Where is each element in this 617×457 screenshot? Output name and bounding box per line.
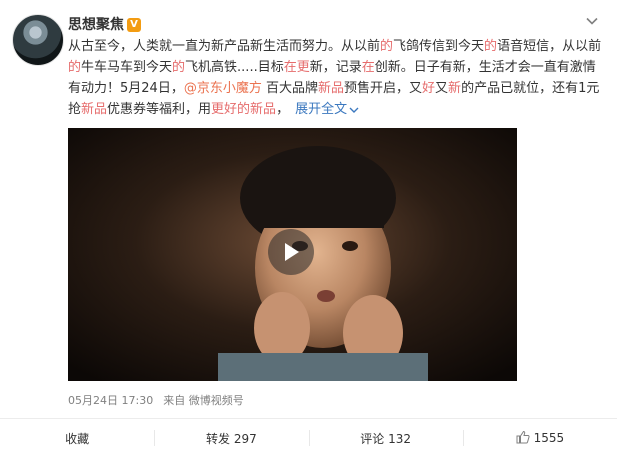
post-text-segment: 优惠券等福利，用 [107,102,212,117]
action-bar: 收藏 转发 297 评论 132 1555 [0,418,617,457]
highlight-text: 好 [422,81,436,96]
highlight-text: 在更 [283,60,310,75]
highlight-text: 的 [380,39,394,54]
highlight-text: 新品 [317,81,344,96]
post-text-segment: 语音短信，从以前 [497,39,602,54]
post-meta: 05月24日 17:30 来自 微博视频号 [68,392,244,408]
post-text-segment: 从古至今，人类就一直为新产品新生活而努力。从以前 [68,39,381,54]
chevron-down-icon[interactable] [585,14,599,28]
verified-badge-icon: V [127,18,141,32]
highlight-text: 的 [484,39,498,54]
highlight-text: 更好的新品 [211,102,277,117]
post-text-segment: 牛车马车到今天 [81,60,173,75]
post-text-segment: 百大品牌 [261,81,318,96]
like-count: 1555 [533,431,565,445]
comment-button[interactable]: 评论 132 [308,419,463,457]
post-text-segment: 预售开启，又 [344,81,423,96]
post-text-segment: 新，记录 [309,60,362,75]
highlight-text: 在 [361,60,375,75]
play-button[interactable] [268,229,314,275]
play-icon [285,243,299,261]
like-button[interactable]: 1555 [462,419,617,457]
post-text-segment: ， [276,102,290,117]
highlight-text: 新 [448,81,462,96]
thumbs-up-icon [516,430,530,447]
comment-label: 评论 132 [360,431,411,446]
highlight-text: 新品 [81,102,108,117]
highlight-text: 的 [172,60,186,75]
post-text-segment: 又 [435,81,449,96]
expand-label[interactable]: 展开全文 [295,102,347,117]
collect-button[interactable]: 收藏 [0,419,154,457]
post-text: 从古至今，人类就一直为新产品新生活而努力。从以前的飞鸽传信到今天的语音短信，从以… [68,36,608,120]
expand-full-text-link[interactable]: 展开全文 [295,102,359,117]
author-avatar[interactable] [12,14,64,66]
post-source[interactable]: 来自 微博视频号 [163,394,244,407]
collect-label: 收藏 [65,431,90,446]
repost-button[interactable]: 转发 297 [154,419,308,457]
post-text-segment: 飞鸽传信到今天 [393,39,485,54]
highlight-text: 的 [68,60,82,75]
author-name[interactable]: 思想聚焦 [68,17,124,33]
mention-link[interactable]: @京东小魔方 [184,81,262,96]
post-timestamp[interactable]: 05月24日 17:30 [68,394,153,407]
post-text-segment: 飞机高铁.....目标 [185,60,284,75]
author-name-row: 思想聚焦 V [68,14,141,34]
chevron-down-icon [349,107,359,113]
repost-label: 转发 297 [206,431,257,446]
weibo-post-card: 思想聚焦 V 从古至今，人类就一直为新产品新生活而努力。从以前的飞鸽传信到今天的语… [0,0,617,456]
